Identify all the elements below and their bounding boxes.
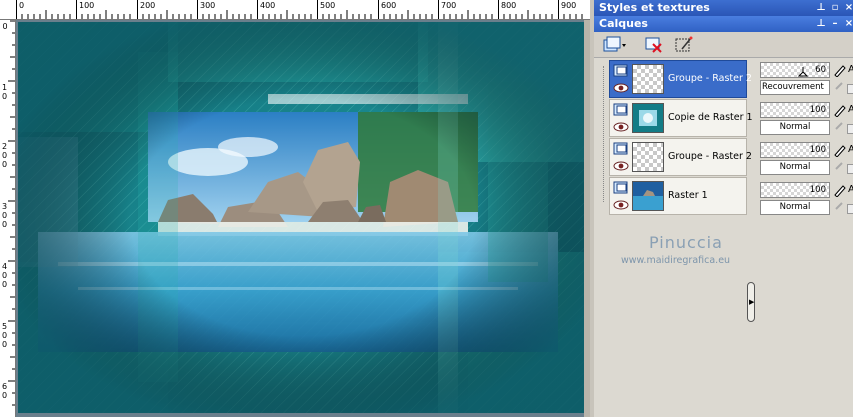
pen-icon[interactable]: [833, 143, 847, 157]
layer-property-row: 100 Normal A: [758, 180, 853, 220]
lock-label: A: [848, 144, 853, 155]
blend-mode-select[interactable]: Recouvrement: [760, 80, 830, 95]
pen-icon[interactable]: [833, 63, 847, 77]
blend-mode-select[interactable]: Normal: [760, 160, 830, 175]
arrow-right-icon: ▶: [749, 298, 755, 306]
layer-properties: 60 Recouvrement A 100 Normal A 100 Norma…: [758, 60, 853, 417]
opacity-slider[interactable]: 100: [760, 102, 830, 118]
pin-icon[interactable]: ⊥: [815, 16, 827, 32]
pin-icon[interactable]: ⊥: [815, 0, 827, 16]
restore-icon[interactable]: ▫: [829, 0, 841, 16]
pen-icon[interactable]: [833, 183, 847, 197]
layer-name: Copie de Raster 1: [668, 112, 753, 123]
horizontal-ruler: 0 100 200 300 400 500 600 700 800 900: [0, 0, 590, 20]
opacity-value: 100: [809, 105, 826, 115]
layer-thumbnail: [632, 181, 664, 211]
new-layer-button[interactable]: [602, 35, 626, 55]
ruler-ticks: [21, 10, 583, 19]
link-icon[interactable]: [833, 161, 845, 173]
panel-collapse-handle[interactable]: ▶: [747, 282, 755, 322]
mini-button[interactable]: [847, 84, 853, 94]
layer-thumbnail: [632, 64, 664, 94]
close-icon[interactable]: ×: [843, 16, 853, 32]
link-icon[interactable]: [833, 201, 845, 213]
layer-row[interactable]: Copie de Raster 1: [609, 99, 753, 137]
opacity-slider[interactable]: 60: [760, 62, 830, 78]
layer-name: Groupe - Raster 2: [668, 73, 752, 84]
opacity-value: 100: [809, 185, 826, 195]
eye-icon[interactable]: [613, 82, 629, 94]
visibility-icon[interactable]: [613, 181, 629, 195]
blend-mode-select[interactable]: Normal: [760, 120, 830, 135]
opacity-value: 100: [809, 145, 826, 155]
layer-property-row: 60 Recouvrement A: [758, 60, 853, 100]
layer-name: Groupe - Raster 2: [668, 151, 752, 162]
link-icon[interactable]: [833, 81, 845, 93]
eye-icon[interactable]: [613, 160, 629, 172]
layer-property-row: 100 Normal A: [758, 140, 853, 180]
image-canvas[interactable]: [18, 22, 588, 413]
minimize-icon[interactable]: –: [829, 16, 841, 32]
delete-layer-icon: [645, 37, 662, 53]
layers-titlebar[interactable]: Calques ⊥ – ×: [594, 16, 853, 32]
tree-connector: [603, 66, 604, 202]
watermark-name: Pinuccia: [649, 233, 723, 252]
close-icon[interactable]: ×: [843, 0, 853, 16]
lock-label: A: [848, 184, 853, 195]
layer-thumbnail: [632, 142, 664, 172]
new-layer-icon: [603, 36, 626, 52]
layer-row[interactable]: Groupe - Raster 2: [609, 138, 752, 176]
watermark-url: www.maidiregrafica.eu: [621, 255, 731, 266]
opacity-value: 60: [815, 65, 826, 75]
layer-row[interactable]: Groupe - Raster 2: [609, 60, 752, 98]
layers-title: Calques: [599, 17, 648, 30]
styles-title: Styles et textures: [599, 1, 710, 14]
mini-button[interactable]: [847, 204, 853, 214]
mask-icon: [675, 36, 693, 52]
vertical-ruler: 0 1 0 2 0 0 3 0 0 4 0 0 5 0 0 6 0: [0, 20, 16, 417]
pen-icon[interactable]: [833, 103, 847, 117]
slider-thumb-icon: [798, 67, 808, 77]
ruler-ticks: [8, 20, 15, 406]
visibility-icon[interactable]: [613, 103, 629, 117]
visibility-icon[interactable]: [613, 142, 629, 156]
layer-row[interactable]: Raster 1: [609, 177, 747, 215]
link-icon[interactable]: [833, 121, 845, 133]
app-window: 0 100 200 300 400 500 600 700 800 900 0 …: [0, 0, 853, 417]
eye-icon[interactable]: [613, 199, 629, 211]
layers-toolbar: [594, 32, 853, 58]
opacity-slider[interactable]: 100: [760, 142, 830, 158]
lock-label: A: [848, 64, 853, 75]
canvas-artwork: [18, 22, 588, 413]
blend-mode-select[interactable]: Normal: [760, 200, 830, 215]
layer-name: Raster 1: [668, 190, 708, 201]
mini-button[interactable]: [847, 124, 853, 134]
styles-titlebar[interactable]: Styles et textures ⊥ ▫ ×: [594, 0, 853, 16]
mini-button[interactable]: [847, 164, 853, 174]
layer-thumbnail: [632, 103, 664, 133]
mask-button[interactable]: [674, 35, 694, 55]
canvas-frame: [16, 20, 590, 417]
lock-label: A: [848, 104, 853, 115]
layers-palette: Styles et textures ⊥ ▫ × Calques ⊥ – × G…: [590, 0, 853, 417]
eye-icon[interactable]: [613, 121, 629, 133]
layer-property-row: 100 Normal A: [758, 100, 853, 140]
opacity-slider[interactable]: 100: [760, 182, 830, 198]
delete-layer-button[interactable]: [644, 35, 664, 55]
visibility-icon[interactable]: [613, 64, 629, 78]
